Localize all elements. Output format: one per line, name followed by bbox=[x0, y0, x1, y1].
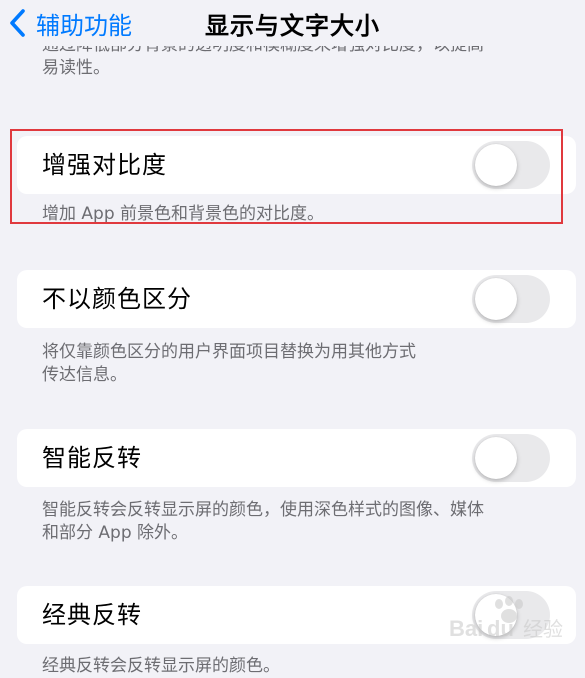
footer-line: 将仅靠颜色区分的用户界面项目替换为用其他方式 bbox=[42, 342, 416, 362]
setting-row-differentiate-without-color[interactable]: 不以颜色区分 bbox=[17, 270, 576, 328]
toggle-knob bbox=[475, 437, 517, 479]
footer-line: 传达信息。 bbox=[42, 365, 127, 385]
baidu-jingyan-watermark: Bai du 经验 bbox=[449, 596, 563, 641]
highlight-annotation-box bbox=[10, 129, 563, 224]
setting-label: 不以颜色区分 bbox=[42, 285, 192, 313]
footer-line: 和部分 App 除外。 bbox=[42, 523, 189, 543]
setting-label: 经典反转 bbox=[42, 601, 142, 629]
watermark-brand-suffix: 经验 bbox=[523, 617, 563, 641]
setting-label: 智能反转 bbox=[42, 444, 142, 472]
previous-footer-line-2: 易读性。 bbox=[42, 58, 110, 78]
svg-text:du: du bbox=[487, 616, 514, 641]
footer-line: 经典反转会反转显示屏的颜色。 bbox=[42, 656, 280, 676]
footer-line: 智能反转会反转显示屏的颜色，使用深色样式的图像、媒体 bbox=[42, 500, 484, 520]
navigation-bar: 辅助功能 显示与文字大小 bbox=[0, 0, 585, 46]
differentiate-without-color-toggle[interactable] bbox=[472, 275, 550, 323]
setting-footer-differentiate-without-color: 将仅靠颜色区分的用户界面项目替换为用其他方式 传达信息。 bbox=[42, 341, 562, 387]
setting-footer-classic-invert: 经典反转会反转显示屏的颜色。 bbox=[42, 655, 562, 678]
toggle-knob bbox=[475, 278, 517, 320]
setting-row-smart-invert[interactable]: 智能反转 bbox=[17, 429, 576, 487]
setting-footer-smart-invert: 智能反转会反转显示屏的颜色，使用深色样式的图像、媒体 和部分 App 除外。 bbox=[42, 499, 562, 545]
watermark-brand: Bai bbox=[449, 616, 483, 641]
page-title: 显示与文字大小 bbox=[205, 12, 380, 40]
previous-section-footer: 通过降低部分背景的透明度和模糊度来增强对比度，以提高 易读性。 bbox=[42, 44, 552, 80]
smart-invert-toggle[interactable] bbox=[472, 434, 550, 482]
